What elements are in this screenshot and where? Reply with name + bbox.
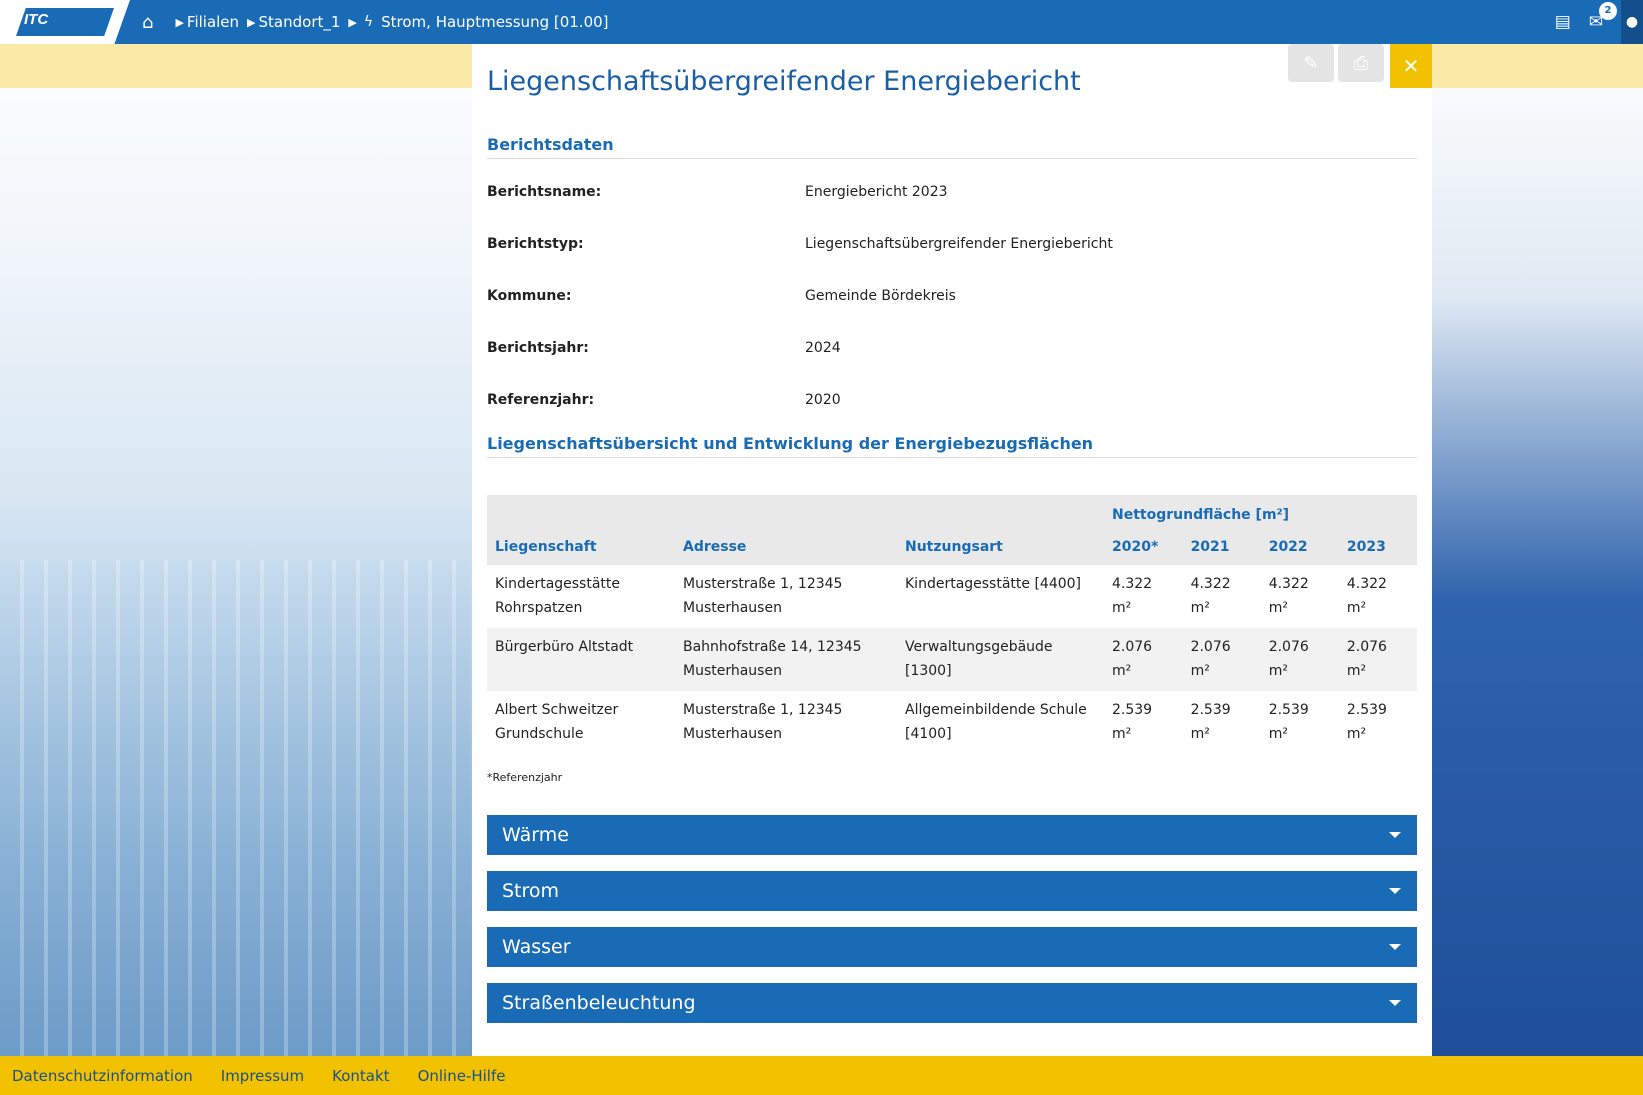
field-value: 2024 [805,340,841,356]
field-label: Berichtsname: [487,184,602,200]
top-navigation-bar: ITC ⌂ ▶ Filialen ▶ Standort_1 ▶ ϟ Strom,… [0,0,1643,44]
accordion-wasser[interactable]: Wasser [487,927,1417,967]
print-icon: ⎙ [1353,52,1369,74]
table-cell: 4.322 m² [1112,576,1153,616]
table-cell: 4.322 m² [1190,576,1231,616]
table-cell: 4.322 m² [1346,576,1387,616]
chevron-down-icon [1389,944,1401,950]
home-icon[interactable]: ⌂ [142,12,153,33]
column-header: 2023 [1338,531,1417,565]
caret-right-icon: ▶ [175,15,184,29]
background-illustration-left [0,560,470,1056]
accordion-label: Straßenbeleuchtung [502,992,696,1014]
table-cell: 2.539 m² [1268,702,1309,742]
report-panel: ✎ ⎙ ✕ Liegenschaftsübergreifender Energi… [472,44,1432,1056]
table-cell: 2.076 m² [1260,628,1339,691]
table-cell: Bürgerbüro Altstadt [487,628,675,691]
footer-link-impressum[interactable]: Impressum [221,1067,304,1085]
table-cell: 2.076 m² [1338,628,1417,691]
table-cell: 2.539 m² [1190,702,1231,742]
property-table: Nettogrundfläche [m²] Liegenschaft Adres… [487,495,1417,754]
section-heading-liegenschaften: Liegenschaftsübersicht und Entwicklung d… [487,434,1417,458]
edit-button[interactable]: ✎ [1288,44,1334,82]
section-heading-berichtsdaten: Berichtsdaten [487,135,1417,159]
table-group-header: Nettogrundfläche [m²] [1104,495,1417,531]
table-cell: Kindertagesstätte [4400] [905,576,1082,592]
table-cell: 2.539 m² [1112,702,1153,742]
column-header: Nutzungsart [897,531,1104,565]
table-row: Bürgerbüro Altstadt Bahnhofstraße 14, 12… [487,628,1417,691]
table-cell: 4.322 m² [1268,576,1309,616]
table-cell: 2.539 m² [1346,702,1387,742]
table-cell: Verwaltungsgebäude [1300] [897,628,1104,691]
column-header: 2020* [1104,531,1183,565]
accordion-label: Wasser [502,936,571,958]
table-cell: Musterstraße 1, 12345 Musterhausen [683,576,843,616]
accordion-label: Wärme [502,824,569,846]
caret-right-icon: ▶ [348,15,357,29]
column-header: 2022 [1260,531,1339,565]
table-cell: Allgemeinbildende Schule [4100] [905,702,1087,742]
panel-actions: ✎ ⎙ ✕ [1284,44,1432,88]
table-cell: Bahnhofstraße 14, 12345 Musterhausen [675,628,897,691]
field-label: Kommune: [487,288,572,304]
footer-link-kontakt[interactable]: Kontakt [332,1067,389,1085]
table-cell: Musterstraße 1, 12345 Musterhausen [683,702,843,742]
chevron-down-icon [1389,1000,1401,1006]
page-title: Liegenschaftsübergreifender Energieberic… [487,66,1081,97]
field-label: Berichtsjahr: [487,340,589,356]
field-value: Liegenschaftsübergreifender Energieberic… [805,236,1113,252]
chevron-down-icon [1389,888,1401,894]
accordion-strom[interactable]: Strom [487,871,1417,911]
clipboard-icon[interactable]: ▤ [1555,12,1571,32]
column-header: Liegenschaft [487,531,675,565]
logo-text: ITC [24,11,49,28]
field-label: Berichtstyp: [487,236,584,252]
table-cell: Albert Schweitzer Grundschule [495,702,619,742]
top-icons: ▤ ✉ 2 ● [1537,0,1643,44]
chevron-down-icon [1389,832,1401,838]
table-row: Albert Schweitzer Grundschule Musterstra… [487,691,1417,754]
notification-badge: 2 [1599,2,1617,20]
table-cell: 2.076 m² [1182,628,1261,691]
table-cell: Kindertagesstätte Rohrspatzen [495,576,621,616]
column-header: Adresse [675,531,897,565]
footer: Datenschutzinformation Impressum Kontakt… [0,1056,1643,1095]
field-label: Referenzjahr: [487,392,595,408]
bolt-icon: ϟ [363,14,374,30]
footer-link-datenschutz[interactable]: Datenschutzinformation [12,1067,193,1085]
background-illustration-right [1432,44,1643,1056]
caret-right-icon: ▶ [247,15,256,29]
breadcrumb-item-filialen[interactable]: Filialen [187,13,239,31]
edit-icon: ✎ [1303,52,1319,74]
accordion-label: Strom [502,880,560,902]
table-footnote: *Referenzjahr [487,771,563,784]
column-header: 2021 [1182,531,1261,565]
breadcrumb-item-standort[interactable]: Standort_1 [259,13,341,31]
table-row: Kindertagesstätte Rohrspatzen Musterstra… [487,565,1417,628]
field-value: Gemeinde Bördekreis [805,288,956,304]
logo[interactable]: ITC [0,0,130,44]
breadcrumb-item-messung[interactable]: Strom, Hauptmessung [01.00] [381,13,608,31]
table-cell: 2.076 m² [1104,628,1183,691]
accordion-strassenbeleuchtung[interactable]: Straßenbeleuchtung [487,983,1417,1023]
breadcrumb: ⌂ ▶ Filialen ▶ Standort_1 ▶ ϟ Strom, Hau… [142,0,609,44]
footer-link-online-hilfe[interactable]: Online-Hilfe [418,1067,506,1085]
user-icon[interactable]: ● [1621,0,1643,44]
field-value: Energiebericht 2023 [805,184,948,200]
accordion-waerme[interactable]: Wärme [487,815,1417,855]
mail-icon[interactable]: ✉ 2 [1589,2,1617,32]
field-value: 2020 [805,392,841,408]
close-icon: ✕ [1402,54,1420,78]
close-button[interactable]: ✕ [1390,44,1432,88]
print-button[interactable]: ⎙ [1338,44,1384,82]
